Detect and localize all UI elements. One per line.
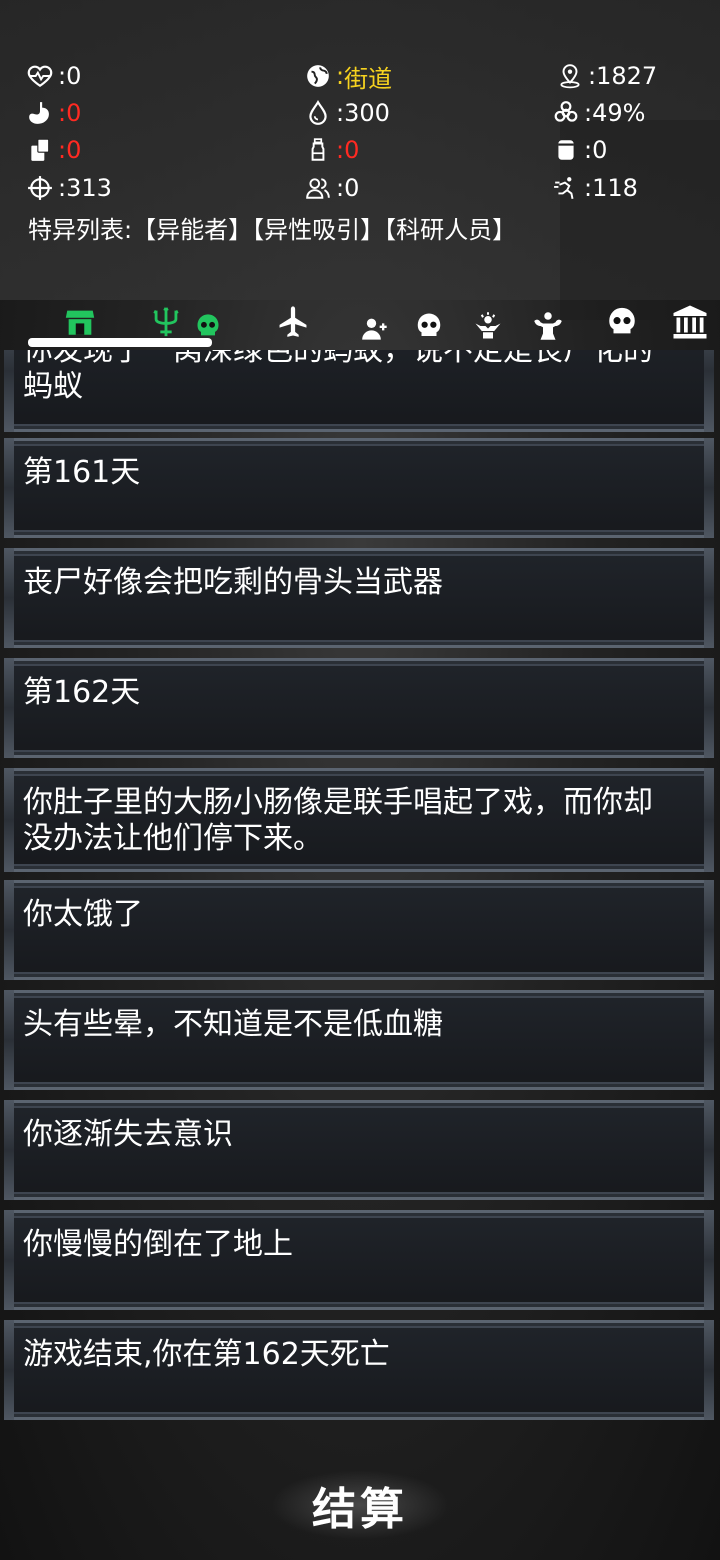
specials-label: 特异列表: (28, 216, 133, 244)
log-entry-text: 你慢慢的倒在了地上 (23, 1227, 293, 1262)
log-entry-text: 你太饿了 (23, 897, 143, 932)
specials-traits: 【异能者】【异性吸引】【科研人员】 (132, 216, 517, 244)
log-entry: 你发现了一窝深绿色的蚂蚁，说不定是丧尸化的蚂蚁 (4, 350, 714, 432)
hunger-value: 0 (66, 99, 82, 127)
aim-value: 313 (66, 174, 112, 202)
airplane-icon (279, 306, 307, 337)
health-value: 0 (66, 62, 82, 90)
log-entry: 你慢慢的倒在了地上 (4, 1210, 714, 1310)
canned-food-icon (26, 136, 54, 164)
infection-value: 49% (592, 99, 646, 127)
running-icon (552, 174, 580, 202)
aim-stat: :313 (26, 170, 112, 206)
bottle-stat: :0 (304, 132, 359, 168)
log-entry: 你逐渐失去意识 (4, 1100, 714, 1200)
tab-weapon[interactable] (148, 302, 184, 342)
tab-death[interactable] (602, 302, 642, 342)
stats-row-2: :0 :300 :49% (0, 95, 720, 131)
globe-icon (304, 62, 332, 90)
stomach-icon (26, 99, 54, 127)
food-value: 0 (66, 136, 82, 164)
hand-sun-icon (475, 312, 501, 339)
tab-recruit[interactable] (358, 308, 392, 348)
group-icon (304, 174, 332, 202)
log-entry: 第162天 (4, 658, 714, 758)
log-entry: 游戏结束,你在第162天死亡 (4, 1320, 714, 1420)
tab-bar (0, 298, 720, 350)
log-entry-text: 第162天 (23, 675, 141, 710)
log-entry: 你肚子里的大肠小肠像是联手唱起了戏，而你却没办法让他们停下来。 (4, 768, 714, 872)
settle-button[interactable]: 结算 (270, 1470, 450, 1540)
bottle-value: 0 (344, 136, 360, 164)
shop-icon (65, 310, 95, 335)
log-entry: 头有些晕，不知道是不是低血糖 (4, 990, 714, 1090)
bank-icon (673, 305, 707, 339)
location-value: 街道 (344, 64, 393, 93)
food-stat: :0 (26, 132, 81, 168)
speed-stat: :118 (552, 170, 638, 206)
tab-train[interactable] (528, 306, 568, 346)
skull-icon (417, 313, 441, 336)
log-entry-text: 你逐渐失去意识 (23, 1117, 233, 1152)
speed-value: 118 (592, 174, 638, 202)
survivors-value: 0 (344, 174, 360, 202)
stats-row-4: :313 :0 :118 (0, 170, 720, 206)
add-person-icon (362, 318, 387, 340)
event-log[interactable]: 你发现了一窝深绿色的蚂蚁，说不定是丧尸化的蚂蚁 第161天 丧尸好像会把吃剩的骨… (0, 350, 720, 1428)
log-entry-text: 游戏结束,你在第162天死亡 (23, 1337, 390, 1372)
tab-shop[interactable] (62, 302, 98, 342)
distance-value: 1827 (596, 62, 658, 90)
log-entry-text: 第161天 (23, 455, 141, 490)
health-stat: :0 (26, 58, 81, 94)
infection-stat: :49% (552, 95, 645, 131)
tab-zombie[interactable] (412, 306, 446, 346)
jar-icon (552, 136, 580, 164)
distance-stat: :1827 (556, 58, 657, 94)
heart-pulse-icon (26, 62, 54, 90)
hunger-stat: :0 (26, 95, 81, 131)
active-tab-indicator (28, 338, 212, 347)
water-value: 300 (344, 99, 390, 127)
specials-list: 特异列表:【异能者】【异性吸引】【科研人员】 (28, 210, 516, 245)
log-entry: 你太饿了 (4, 880, 714, 980)
bottle-icon (304, 136, 332, 164)
trident-icon (153, 307, 179, 337)
muscle-icon (534, 312, 562, 340)
skull-icon (609, 307, 635, 334)
location-stat: : 街道 (304, 58, 392, 94)
log-entry-text: 你肚子里的大肠小肠像是联手唱起了戏，而你却没办法让他们停下来。 (23, 785, 653, 856)
jar-value: 0 (592, 136, 608, 164)
skull-icon (197, 314, 219, 336)
tab-pray[interactable] (470, 306, 506, 346)
log-entry-text: 你发现了一窝深绿色的蚂蚁，说不定是丧尸化的蚂蚁 (23, 350, 653, 404)
tab-travel[interactable] (272, 302, 314, 342)
log-entry: 第161天 (4, 438, 714, 538)
crosshair-icon (26, 174, 54, 202)
log-entry-text: 头有些晕，不知道是不是低血糖 (23, 1007, 443, 1042)
location-pin-icon (556, 62, 584, 90)
stats-row-3: :0 :0 :0 (0, 132, 720, 168)
stats-row-1: :0 : 街道 :1827 (0, 58, 720, 94)
water-stat: :300 (304, 95, 390, 131)
biohazard-icon (552, 99, 580, 127)
water-drop-icon (304, 99, 332, 127)
jar-stat: :0 (552, 132, 607, 168)
survivors-stat: :0 (304, 170, 359, 206)
log-entry: 丧尸好像会把吃剩的骨头当武器 (4, 548, 714, 648)
tab-bank[interactable] (668, 302, 712, 342)
log-entry-text: 丧尸好像会把吃剩的骨头当武器 (23, 565, 443, 600)
